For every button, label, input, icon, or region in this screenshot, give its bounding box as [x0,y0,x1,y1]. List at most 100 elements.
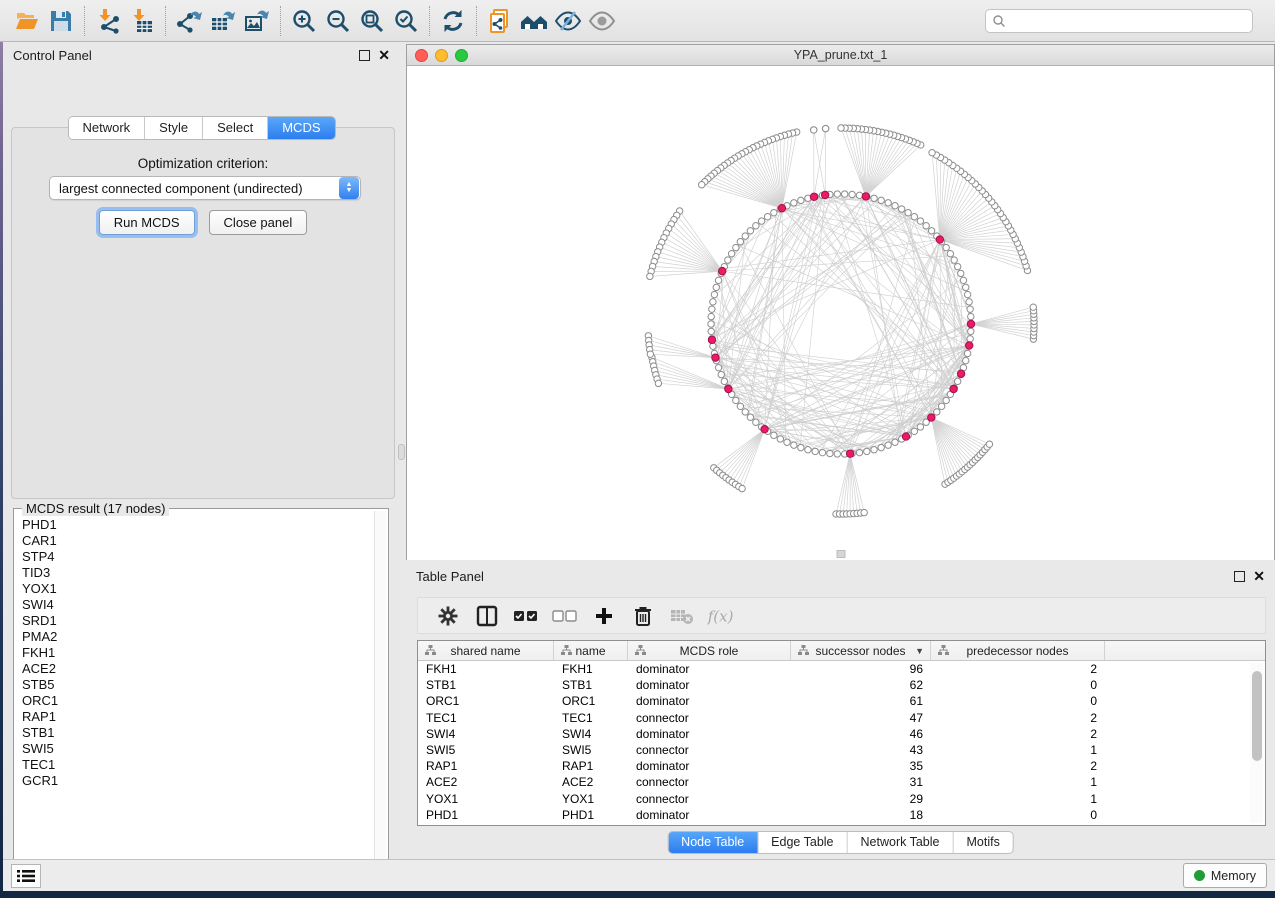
run-mcds-button[interactable]: Run MCDS [99,210,195,235]
mcds-result-item[interactable]: PMA2 [22,629,372,645]
mcds-result-item[interactable]: GCR1 [22,773,372,789]
svg-text:f(x): f(x) [707,607,734,625]
table-row[interactable]: RAP1RAP1dominator352 [418,758,1265,774]
table-row[interactable]: ACE2ACE2connector311 [418,774,1265,790]
mcds-list-scrollbar[interactable] [374,511,386,877]
show-column-pane-icon[interactable] [472,601,502,631]
tab-motifs[interactable]: Motifs [953,832,1012,853]
cell-predecessor_nodes: 2 [931,759,1105,773]
network-canvas[interactable] [407,66,1274,559]
optimization-criterion-select[interactable]: largest connected component (undirected)… [49,176,361,200]
split-pane-handle[interactable] [836,550,845,558]
sort-descending-icon[interactable]: ▼ [915,646,924,656]
mcds-result-item[interactable]: FKH1 [22,645,372,661]
memory-button[interactable]: Memory [1183,863,1267,888]
tab-network-table[interactable]: Network Table [848,832,954,853]
control-panel-float-icon[interactable] [359,50,370,61]
mcds-result-box: MCDS result (17 nodes) PHD1CAR1STP4TID3Y… [13,508,389,880]
hide-details-eye-icon[interactable] [551,4,585,38]
import-table-icon[interactable] [125,4,159,38]
import-network-icon[interactable] [91,4,125,38]
home-pair-icon[interactable] [517,4,551,38]
deselect-all-checkboxes-icon[interactable] [550,601,580,631]
mcds-result-item[interactable]: CAR1 [22,533,372,549]
add-column-icon[interactable] [589,601,619,631]
zoom-fit-icon[interactable] [355,4,389,38]
mcds-result-item[interactable]: PHD1 [22,517,372,533]
cell-mcds_role: dominator [628,694,791,708]
node-table-header: shared namenameMCDS rolesuccessor nodes▼… [418,641,1265,661]
zoom-selected-icon[interactable] [389,4,423,38]
column-header-mcds_role[interactable]: MCDS role [628,641,791,660]
tab-mcds[interactable]: MCDS [268,117,334,139]
mcds-result-item[interactable]: ACE2 [22,661,372,677]
mcds-result-item[interactable]: SWI5 [22,741,372,757]
table-row[interactable]: PHD1PHD1dominator180 [418,807,1265,823]
toolbar-separator [476,6,477,36]
window-zoom-traffic-icon[interactable] [455,49,468,62]
table-row[interactable]: FKH1FKH1dominator962 [418,661,1265,677]
cell-successor_nodes: 43 [791,743,931,757]
refresh-layout-icon[interactable] [436,4,470,38]
mcds-result-item[interactable]: STB1 [22,725,372,741]
mcds-result-item[interactable]: TID3 [22,565,372,581]
network-window-titlebar: YPA_prune.txt_1 [407,45,1274,66]
tab-network[interactable]: Network [68,117,145,139]
delete-column-trash-icon[interactable] [628,601,658,631]
table-row[interactable]: SWI5SWI5connector431 [418,742,1265,758]
mcds-result-item[interactable]: STP4 [22,549,372,565]
column-header-shared_name[interactable]: shared name [418,641,554,660]
cell-mcds_role: dominator [628,727,791,741]
cell-predecessor_nodes: 2 [931,727,1105,741]
column-header-successor_nodes[interactable]: successor nodes▼ [791,641,931,660]
zoom-in-icon[interactable] [287,4,321,38]
tab-node-table[interactable]: Node Table [668,832,758,853]
column-header-name[interactable]: name [554,641,628,660]
mcds-result-item[interactable]: SRD1 [22,613,372,629]
table-row[interactable]: ORC1ORC1dominator610 [418,693,1265,709]
select-all-checkboxes-icon[interactable] [511,601,541,631]
column-header-predecessor_nodes[interactable]: predecessor nodes [931,641,1105,660]
table-panel-close-icon[interactable]: ✕ [1253,571,1265,582]
document-network-icon[interactable] [483,4,517,38]
table-panel-float-icon[interactable] [1234,571,1245,582]
export-image-icon[interactable] [240,4,274,38]
export-network-icon[interactable] [172,4,206,38]
table-row[interactable]: STB1STB1dominator620 [418,677,1265,693]
mcds-result-item[interactable]: STB5 [22,677,372,693]
search-input[interactable] [1006,11,1252,31]
network-window: YPA_prune.txt_1 [406,44,1275,560]
table-row[interactable]: SWI4SWI4dominator462 [418,726,1265,742]
mcds-result-item[interactable]: ORC1 [22,693,372,709]
cell-name: ORC1 [554,694,628,708]
window-minimize-traffic-icon[interactable] [435,49,448,62]
table-scrollbar-thumb[interactable] [1252,671,1262,761]
close-panel-button[interactable]: Close panel [209,210,308,235]
tab-select[interactable]: Select [203,117,268,139]
control-panel-close-icon[interactable]: ✕ [378,50,390,61]
memory-label: Memory [1211,869,1256,883]
control-panel-tabs: NetworkStyleSelectMCDS [67,116,335,140]
panel-splitter-handle[interactable] [398,444,405,460]
table-settings-gear-icon[interactable] [433,601,463,631]
export-table-icon[interactable] [206,4,240,38]
task-history-list-button[interactable] [11,864,41,888]
mcds-result-item[interactable]: TEC1 [22,757,372,773]
mcds-result-item[interactable]: SWI4 [22,597,372,613]
network-window-title: YPA_prune.txt_1 [794,48,888,62]
cell-successor_nodes: 31 [791,775,931,789]
mcds-result-item[interactable]: RAP1 [22,709,372,725]
cell-name: YOX1 [554,792,628,806]
save-session-icon[interactable] [44,4,78,38]
tab-style[interactable]: Style [145,117,203,139]
mcds-result-item[interactable]: YOX1 [22,581,372,597]
list-icon [17,869,35,883]
tab-edge-table[interactable]: Edge Table [758,832,847,853]
open-file-icon[interactable] [10,4,44,38]
table-row[interactable]: TEC1TEC1connector472 [418,710,1265,726]
show-graphics-eye-icon[interactable] [585,4,619,38]
zoom-out-icon[interactable] [321,4,355,38]
table-row[interactable]: YOX1YOX1connector291 [418,791,1265,807]
window-close-traffic-icon[interactable] [415,49,428,62]
cell-predecessor_nodes: 0 [931,678,1105,692]
